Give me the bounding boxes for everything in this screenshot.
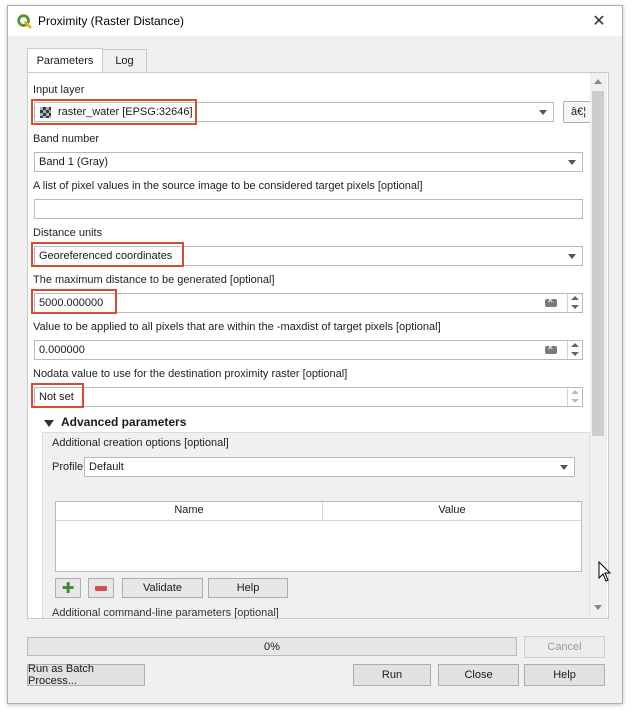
profile-label: Profile (52, 461, 84, 473)
replace-value-label: Value to be applied to all pixels that a… (33, 321, 441, 333)
advanced-parameters-header[interactable]: Advanced parameters (61, 415, 186, 429)
qgis-logo-icon (17, 14, 32, 29)
profile-value: Default (89, 461, 124, 473)
input-layer-combo[interactable]: raster_water [EPSG:32646] (34, 102, 554, 122)
column-header-name: Name (174, 504, 204, 516)
max-distance-label: The maximum distance to be generated [op… (33, 274, 275, 286)
help-button[interactable]: Help (524, 664, 605, 686)
plus-icon: ✚ (61, 579, 75, 597)
advanced-parameters-box: Additional creation options [optional] P… (42, 432, 590, 618)
progress-text: 0% (264, 640, 280, 653)
add-row-button[interactable]: ✚ (55, 578, 81, 598)
chevron-down-icon (568, 254, 576, 259)
input-layer-value: raster_water [EPSG:32646] (58, 106, 193, 118)
raster-layer-icon (40, 107, 51, 118)
window-close-icon[interactable]: ✕ (576, 6, 622, 36)
chevron-down-icon (568, 160, 576, 165)
band-number-label: Band number (33, 133, 100, 145)
collapse-triangle-icon[interactable] (44, 420, 54, 427)
creation-options-label: Additional creation options [optional] (52, 437, 229, 449)
distance-units-label: Distance units (33, 227, 103, 239)
input-layer-label: Input layer (33, 84, 85, 96)
max-distance-input[interactable]: 5000.000000 (34, 293, 583, 313)
chevron-down-icon (539, 110, 547, 115)
parameters-panel: Input layer raster_water [EPSG:32646] â€… (27, 72, 609, 619)
dialog-window: Proximity (Raster Distance) ✕ Parameters… (7, 5, 623, 704)
tab-parameters[interactable]: Parameters (27, 48, 103, 73)
title-bar: Proximity (Raster Distance) ✕ (8, 6, 622, 36)
column-header-value: Value (438, 504, 466, 516)
run-button[interactable]: Run (353, 664, 431, 686)
band-number-combo[interactable]: Band 1 (Gray) (34, 152, 583, 172)
max-distance-value: 5000.000000 (39, 297, 104, 309)
validate-button[interactable]: Validate (122, 578, 203, 598)
scroll-down-icon[interactable] (594, 605, 602, 610)
profile-combo[interactable]: Default (84, 457, 575, 477)
spin-buttons[interactable] (567, 341, 582, 359)
creation-options-table[interactable]: Name Value (55, 501, 582, 572)
distance-units-combo[interactable]: Georeferenced coordinates (34, 246, 583, 266)
scrollbar[interactable] (590, 73, 607, 618)
mouse-cursor-icon (598, 561, 612, 582)
clear-icon[interactable] (545, 343, 557, 354)
scrollbar-thumb[interactable] (592, 91, 604, 436)
band-number-value: Band 1 (Gray) (39, 156, 109, 168)
replace-value-value: 0.000000 (39, 344, 85, 356)
window-title: Proximity (Raster Distance) (38, 14, 185, 28)
distance-units-value: Georeferenced coordinates (39, 250, 173, 262)
target-pixels-input[interactable] (34, 199, 583, 219)
nodata-label: Nodata value to use for the destination … (33, 368, 348, 380)
progress-bar: 0% (27, 637, 517, 656)
remove-row-button[interactable] (88, 578, 114, 598)
run-batch-button[interactable]: Run as Batch Process... (27, 663, 145, 687)
chevron-down-icon (560, 465, 568, 470)
close-button[interactable]: Close (438, 664, 519, 686)
spin-buttons[interactable] (567, 294, 582, 312)
help-small-button[interactable]: Help (208, 578, 288, 598)
tab-log[interactable]: Log (102, 49, 147, 73)
target-pixels-label: A list of pixel values in the source ima… (33, 180, 423, 192)
cmdline-params-label: Additional command-line parameters [opti… (52, 607, 279, 619)
minus-icon (95, 585, 107, 591)
table-header: Name Value (56, 502, 581, 521)
cancel-button[interactable]: Cancel (524, 636, 605, 658)
spin-buttons[interactable] (567, 388, 582, 406)
replace-value-input[interactable]: 0.000000 (34, 340, 583, 360)
scroll-up-icon[interactable] (594, 79, 602, 84)
clear-icon[interactable] (545, 296, 557, 307)
nodata-value: Not set (39, 391, 74, 403)
nodata-input[interactable]: Not set (34, 387, 583, 407)
